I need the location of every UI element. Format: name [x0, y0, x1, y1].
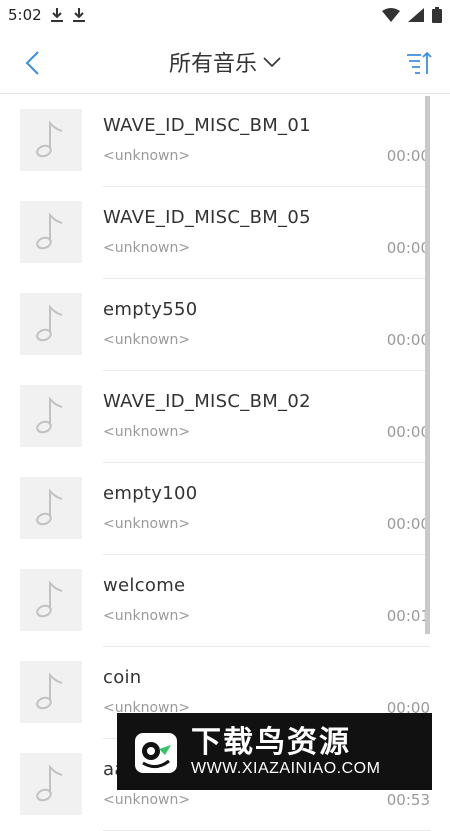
song-row[interactable]: welcome <unknown> 00:01: [0, 555, 450, 647]
song-row[interactable]: WAVE_ID_MISC_BM_01 <unknown> 00:00: [0, 95, 450, 187]
scrollbar[interactable]: [425, 96, 430, 634]
song-row[interactable]: WAVE_ID_MISC_BM_05 <unknown> 00:00: [0, 187, 450, 279]
status-time: 5:02: [8, 6, 42, 24]
song-title: WAVE_ID_MISC_BM_02: [103, 391, 311, 412]
watermark-title: 下载鸟资源: [191, 724, 351, 760]
album-art: [20, 201, 82, 263]
song-artist: <unknown>: [103, 332, 191, 348]
song-duration: 00:00: [386, 147, 430, 165]
song-artist: <unknown>: [103, 608, 191, 624]
song-row[interactable]: empty100 <unknown> 00:00: [0, 463, 450, 555]
song-row[interactable]: WAVE_ID_MISC_BM_02 <unknown> 00:00: [0, 371, 450, 463]
song-artist: <unknown>: [103, 516, 191, 532]
sort-button[interactable]: [404, 48, 434, 78]
album-art: [20, 569, 82, 631]
song-title: empty550: [103, 299, 198, 320]
wifi-icon: [382, 8, 400, 22]
status-bar: 5:02: [0, 0, 450, 30]
music-note-icon: [36, 581, 63, 618]
song-duration: 00:00: [386, 423, 430, 441]
cell-signal-icon: [408, 8, 424, 22]
song-artist: <unknown>: [103, 424, 191, 440]
album-art: [20, 477, 82, 539]
music-note-icon: [36, 121, 63, 158]
song-artist: <unknown>: [103, 240, 191, 256]
page-title: 所有音乐: [168, 52, 257, 77]
title-dropdown[interactable]: 所有音乐: [0, 30, 450, 94]
album-art: [20, 293, 82, 355]
battery-icon: [432, 7, 442, 23]
bird-logo-icon: [135, 732, 177, 773]
song-row[interactable]: empty550 <unknown> 00:00: [0, 279, 450, 371]
song-title: WAVE_ID_MISC_BM_05: [103, 207, 311, 228]
app-header: 所有音乐: [0, 30, 450, 94]
song-title: welcome: [103, 575, 186, 596]
album-art: [20, 661, 82, 723]
song-title: empty100: [103, 483, 198, 504]
music-note-icon: [36, 489, 63, 526]
music-note-icon: [36, 765, 63, 802]
song-artist: <unknown>: [103, 148, 191, 164]
song-duration: 00:00: [386, 239, 430, 257]
music-note-icon: [36, 213, 63, 250]
chevron-down-icon: [263, 57, 281, 68]
download-icon: [50, 8, 63, 22]
song-duration: 00:00: [386, 515, 430, 533]
song-title: WAVE_ID_MISC_BM_01: [103, 115, 311, 136]
watermark-banner: 下载鸟资源 WWW.XIAZAINIAO.COM: [117, 713, 432, 790]
song-title: coin: [103, 667, 142, 688]
song-duration: 00:00: [386, 331, 430, 349]
song-duration: 00:53: [386, 791, 430, 809]
sort-icon: [407, 51, 432, 74]
song-duration: 00:01: [386, 607, 430, 625]
music-note-icon: [36, 397, 63, 434]
watermark-url: WWW.XIAZAINIAO.COM: [191, 759, 381, 777]
download-icon: [72, 8, 85, 22]
album-art: [20, 385, 82, 447]
music-note-icon: [36, 305, 63, 342]
album-art: [20, 753, 82, 815]
song-artist: <unknown>: [103, 792, 191, 808]
music-note-icon: [36, 673, 63, 710]
album-art: [20, 109, 82, 171]
